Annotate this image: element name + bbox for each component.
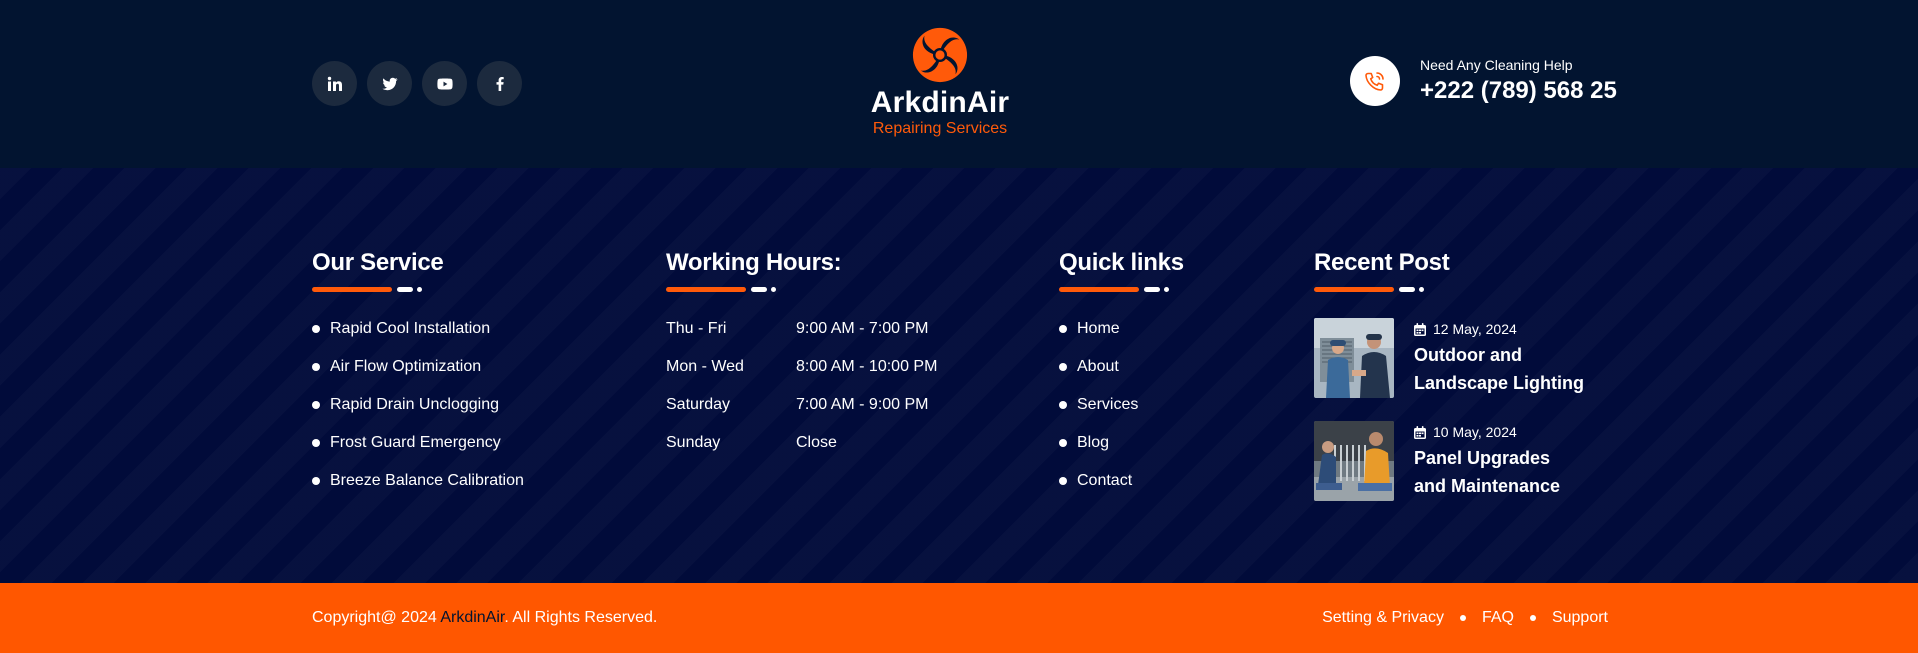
technicians-photo (1314, 318, 1394, 398)
help-phone-number[interactable]: +222 (789) 568 25 (1420, 76, 1617, 106)
hours-day: Thu - Fri (666, 320, 727, 337)
title-underline (1314, 287, 1434, 292)
recent-posts-title: Recent Post (1314, 249, 1450, 276)
brand-tagline: Repairing Services (872, 120, 1008, 137)
calendar-icon (1414, 425, 1426, 439)
post-title[interactable]: Panel Upgrades and Maintenance (1414, 444, 1584, 500)
title-underline (312, 287, 432, 292)
hours-time: Close (796, 434, 837, 451)
technicians-photo (1314, 421, 1394, 501)
recent-post: 12 May, 2024 Outdoor and Landscape Light… (1314, 318, 1584, 400)
quick-link-services[interactable]: Services (1059, 395, 1184, 433)
help-label: Need Any Cleaning Help (1420, 57, 1573, 73)
youtube-button[interactable] (422, 61, 467, 106)
phone-button[interactable] (1350, 56, 1400, 106)
quick-link-contact[interactable]: Contact (1059, 471, 1184, 509)
service-item[interactable]: Frost Guard Emergency (312, 433, 524, 471)
facebook-button[interactable] (477, 61, 522, 106)
post-thumbnail[interactable] (1314, 318, 1394, 398)
linkedin-button[interactable] (312, 61, 357, 106)
quick-links-title: Quick links (1059, 249, 1184, 276)
facebook-icon (496, 76, 504, 91)
hours-title: Working Hours: (666, 249, 842, 276)
copyright-bar: Copyright@ 2024 ArkdinAir. All Rights Re… (0, 583, 1918, 653)
social-links (312, 61, 522, 106)
hours-table: Thu - Fri 9:00 AM - 7:00 PM Mon - Wed 8:… (666, 319, 937, 471)
fan-logo-icon (912, 27, 968, 83)
footer-links: Setting & Privacy FAQ Support (1322, 608, 1608, 628)
copyright-suffix: . All Rights Reserved. (504, 609, 658, 626)
hours-time: 9:00 AM - 7:00 PM (796, 320, 929, 337)
faq-link[interactable]: FAQ (1482, 608, 1514, 628)
services-title: Our Service (312, 249, 444, 276)
post-date-text: 10 May, 2024 (1433, 424, 1517, 440)
post-date-text: 12 May, 2024 (1433, 321, 1517, 337)
help-contact: Need Any Cleaning Help +222 (789) 568 25 (1350, 56, 1617, 106)
service-item[interactable]: Air Flow Optimization (312, 357, 524, 395)
service-item[interactable]: Breeze Balance Calibration (312, 471, 524, 509)
link-separator (1529, 615, 1536, 621)
recent-posts-list: 12 May, 2024 Outdoor and Landscape Light… (1314, 318, 1584, 503)
quick-link-blog[interactable]: Blog (1059, 433, 1184, 471)
quick-links-list: Home About Services Blog Contact (1059, 319, 1184, 509)
quick-link-about[interactable]: About (1059, 357, 1184, 395)
service-item[interactable]: Rapid Cool Installation (312, 319, 524, 357)
hours-time: 8:00 AM - 10:00 PM (796, 358, 938, 375)
twitter-icon (382, 77, 397, 90)
calendar-icon (1414, 322, 1426, 336)
hours-row: Saturday 7:00 AM - 9:00 PM (666, 395, 937, 433)
title-underline (1059, 287, 1179, 292)
footer-main: Our Service Rapid Cool Installation Air … (0, 168, 1918, 583)
privacy-link[interactable]: Setting & Privacy (1322, 608, 1444, 628)
linkedin-icon (327, 76, 342, 91)
quick-links-column: Quick links Home About Services Blog Con… (1059, 248, 1184, 509)
hours-column: Working Hours: Thu - Fri 9:00 AM - 7:00 … (666, 248, 937, 471)
recent-post: 10 May, 2024 Panel Upgrades and Maintena… (1314, 421, 1584, 503)
brand-logo[interactable]: ArkdinAir Repairing Services (865, 26, 1015, 138)
footer-top-bar: ArkdinAir Repairing Services Need Any Cl… (0, 0, 1918, 168)
hours-row: Thu - Fri 9:00 AM - 7:00 PM (666, 319, 937, 357)
post-thumbnail[interactable] (1314, 421, 1394, 501)
brand-name: ArkdinAir (870, 86, 1010, 119)
youtube-icon (436, 78, 453, 89)
hours-day: Mon - Wed (666, 358, 744, 375)
hours-time: 7:00 AM - 9:00 PM (796, 396, 929, 413)
hours-row: Mon - Wed 8:00 AM - 10:00 PM (666, 357, 937, 395)
quick-link-home[interactable]: Home (1059, 319, 1184, 357)
copyright-prefix: Copyright@ 2024 (312, 609, 437, 626)
post-date: 12 May, 2024 (1414, 321, 1584, 337)
hours-row: Sunday Close (666, 433, 937, 471)
post-title[interactable]: Outdoor and Landscape Lighting (1414, 341, 1584, 397)
phone-icon (1365, 72, 1384, 91)
hours-day: Saturday (666, 396, 731, 413)
services-list: Rapid Cool Installation Air Flow Optimiz… (312, 319, 524, 509)
service-item[interactable]: Rapid Drain Unclogging (312, 395, 524, 433)
support-link[interactable]: Support (1552, 608, 1608, 628)
post-date: 10 May, 2024 (1414, 424, 1584, 440)
copyright-text: Copyright@ 2024 ArkdinAir. All Rights Re… (312, 608, 657, 628)
hours-day: Sunday (666, 434, 721, 451)
copyright-brand-link[interactable]: ArkdinAir (440, 609, 504, 626)
services-column: Our Service Rapid Cool Installation Air … (312, 248, 524, 509)
recent-posts-column: Recent Post 12 May, 2024 Outdoor and Lan… (1314, 248, 1584, 524)
link-separator (1459, 615, 1466, 621)
title-underline (666, 287, 786, 292)
twitter-button[interactable] (367, 61, 412, 106)
